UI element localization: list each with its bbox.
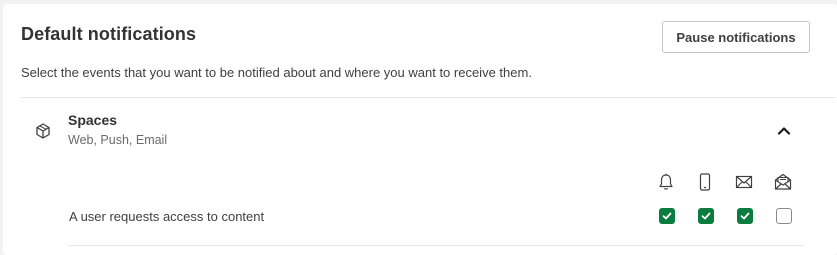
mobile-phone-icon <box>695 172 715 192</box>
open-envelope-icon <box>773 172 793 192</box>
notification-settings-card: Default notifications Pause notification… <box>3 4 837 255</box>
chevron-up-icon[interactable] <box>775 122 793 140</box>
cube-icon <box>34 122 52 140</box>
section-title: Spaces <box>68 112 118 128</box>
section-header-spaces[interactable]: Spaces Web, Push, Email <box>21 102 835 164</box>
event-label: A user requests access to content <box>69 209 265 224</box>
email-checkbox[interactable] <box>737 208 753 224</box>
row-divider <box>69 245 804 246</box>
envelope-icon <box>734 172 754 192</box>
bell-icon <box>656 172 676 192</box>
digest-checkbox[interactable] <box>776 208 792 224</box>
page-description: Select the events that you want to be no… <box>21 65 532 80</box>
divider <box>21 97 835 98</box>
pause-notifications-button[interactable]: Pause notifications <box>662 21 810 53</box>
web-checkbox[interactable] <box>659 208 675 224</box>
page-title: Default notifications <box>21 24 197 44</box>
section-subtitle: Web, Push, Email <box>68 133 168 147</box>
push-checkbox[interactable] <box>698 208 714 224</box>
